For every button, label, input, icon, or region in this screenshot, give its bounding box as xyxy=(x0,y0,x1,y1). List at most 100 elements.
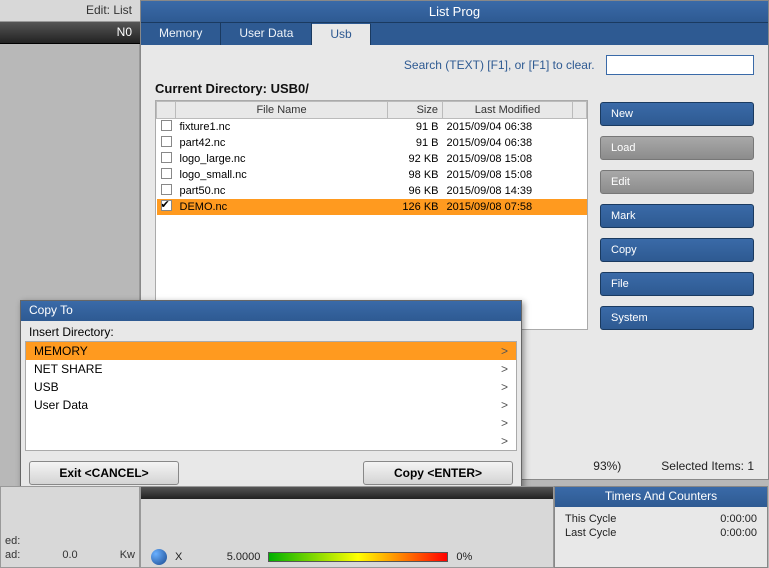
button-label: Edit xyxy=(611,176,630,188)
search-row: Search (TEXT) [F1], or [F1] to clear. xyxy=(141,45,768,81)
timer-label: Last Cycle xyxy=(565,527,616,539)
file-size: 96 KB xyxy=(388,183,443,199)
file-name: logo_small.nc xyxy=(176,167,388,183)
dir-label: User Data xyxy=(34,398,88,412)
file-name: part42.nc xyxy=(176,135,388,151)
mark-button[interactable]: Mark xyxy=(600,204,754,228)
ad-value: 0.0 xyxy=(62,549,77,561)
dir-row[interactable]: MEMORY> xyxy=(26,342,516,360)
file-modified: 2015/09/08 15:08 xyxy=(443,151,573,167)
dialog-list: MEMORY>NET SHARE> USB > User Data > > > xyxy=(25,341,517,451)
chevron-right-icon: > xyxy=(501,398,508,412)
tabs-bar: MemoryUser DataUsb xyxy=(141,23,768,45)
button-label: Mark xyxy=(611,210,635,222)
col-size[interactable]: Size xyxy=(388,102,443,119)
row-checkbox[interactable] xyxy=(161,120,172,131)
file-modified: 2015/09/04 06:38 xyxy=(443,119,573,136)
file-modified: 2015/09/04 06:38 xyxy=(443,135,573,151)
file-size: 126 KB xyxy=(388,199,443,215)
button-label: New xyxy=(611,108,633,120)
edit-mode-label: Edit: List xyxy=(0,0,140,22)
file-size: 91 B xyxy=(388,135,443,151)
timer-value: 0:00:00 xyxy=(720,513,757,525)
curdir-prefix: Current Directory: xyxy=(155,81,267,96)
load-button: Load xyxy=(600,136,754,160)
x-label: X xyxy=(175,551,182,563)
file-name: fixture1.nc xyxy=(176,119,388,136)
dir-label: MEMORY xyxy=(34,344,88,358)
dir-label: USB xyxy=(34,380,59,394)
table-row[interactable]: part50.nc96 KB2015/09/08 14:39 xyxy=(157,183,587,199)
button-label: Copy xyxy=(611,244,637,256)
file-modified: 2015/09/08 15:08 xyxy=(443,167,573,183)
timers-panel: Timers And Counters This Cycle0:00:00Las… xyxy=(554,486,768,568)
timers-title: Timers And Counters xyxy=(555,487,767,507)
globe-icon xyxy=(151,549,167,565)
button-label: System xyxy=(611,312,648,324)
search-hint: Search (TEXT) [F1], or [F1] to clear. xyxy=(404,58,595,72)
row-checkbox[interactable] xyxy=(161,184,172,195)
timer-row: This Cycle 0:00:00 xyxy=(565,513,757,525)
row-checkbox[interactable] xyxy=(161,168,172,179)
copy-enter-button[interactable]: Copy <ENTER> xyxy=(363,461,513,485)
selected-count: Selected Items: 1 xyxy=(661,459,754,473)
copy-button[interactable]: Copy xyxy=(600,238,754,262)
row-checkbox[interactable] xyxy=(161,200,172,211)
button-label: Load xyxy=(611,142,635,154)
dialog-label: Insert Directory: xyxy=(21,321,521,341)
system-button[interactable]: System xyxy=(600,306,754,330)
table-row[interactable]: part42.nc91 B2015/09/04 06:38 xyxy=(157,135,587,151)
search-input[interactable] xyxy=(606,55,754,75)
disk-pct: 93%) xyxy=(593,459,621,473)
copy-to-dialog: Copy To Insert Directory: MEMORY>NET SHA… xyxy=(20,300,522,496)
list-prog-title: List Prog xyxy=(141,1,768,23)
file-name: logo_large.nc xyxy=(176,151,388,167)
file-name: part50.nc xyxy=(176,183,388,199)
chevron-right-icon: > xyxy=(501,434,508,448)
file-modified: 2015/09/08 14:39 xyxy=(443,183,573,199)
timer-label: This Cycle xyxy=(565,513,616,525)
zero-pct: 0% xyxy=(456,551,472,563)
ed-label: ed: xyxy=(5,535,20,547)
dir-row[interactable]: NET SHARE> xyxy=(26,360,516,378)
file-size: 92 KB xyxy=(388,151,443,167)
table-row[interactable]: DEMO.nc126 KB2015/09/08 07:58 xyxy=(157,199,587,215)
table-row[interactable]: fixture1.nc91 B2015/09/04 06:38 xyxy=(157,119,587,136)
dialog-title: Copy To xyxy=(21,301,521,321)
table-row[interactable]: logo_small.nc98 KB2015/09/08 15:08 xyxy=(157,167,587,183)
mid-status-panel: X 5.0000 0% xyxy=(140,486,554,568)
file-size: 98 KB xyxy=(388,167,443,183)
timer-value: 0:00:00 xyxy=(720,527,757,539)
tab-usb[interactable]: Usb xyxy=(312,23,370,45)
dir-label: NET SHARE xyxy=(34,362,102,376)
chevron-right-icon: > xyxy=(501,416,508,430)
col-modified[interactable]: Last Modified xyxy=(443,102,573,119)
side-buttons: New Load Edit Mark Copy File System xyxy=(600,100,754,330)
tab-memory[interactable]: Memory xyxy=(141,23,221,45)
tab-user-data[interactable]: User Data xyxy=(221,23,312,45)
x-value: 5.0000 xyxy=(190,551,260,563)
new-button[interactable]: New xyxy=(600,102,754,126)
dir-row[interactable]: > xyxy=(26,414,516,432)
n0-label: N0 xyxy=(0,22,140,44)
dir-row[interactable]: > xyxy=(26,432,516,450)
edit-button: Edit xyxy=(600,170,754,194)
dir-row[interactable]: USB > xyxy=(26,378,516,396)
load-meter xyxy=(268,552,448,562)
exit-cancel-button[interactable]: Exit <CANCEL> xyxy=(29,461,179,485)
current-directory-label: Current Directory: USB0/ xyxy=(141,81,768,100)
chevron-right-icon: > xyxy=(501,380,508,394)
row-checkbox[interactable] xyxy=(161,136,172,147)
table-row[interactable]: logo_large.nc92 KB2015/09/08 15:08 xyxy=(157,151,587,167)
col-filename[interactable]: File Name xyxy=(176,102,388,119)
file-button[interactable]: File xyxy=(600,272,754,296)
button-label: File xyxy=(611,278,629,290)
file-modified: 2015/09/08 07:58 xyxy=(443,199,573,215)
timer-row: Last Cycle 0:00:00 xyxy=(565,527,757,539)
dir-row[interactable]: User Data > xyxy=(26,396,516,414)
row-checkbox[interactable] xyxy=(161,152,172,163)
curdir-path: USB0/ xyxy=(271,81,309,96)
file-name: DEMO.nc xyxy=(176,199,388,215)
file-list: File Name Size Last Modified fixture1.nc… xyxy=(155,100,588,330)
left-status-panel: ed: ad:0.0Kw xyxy=(0,486,140,568)
